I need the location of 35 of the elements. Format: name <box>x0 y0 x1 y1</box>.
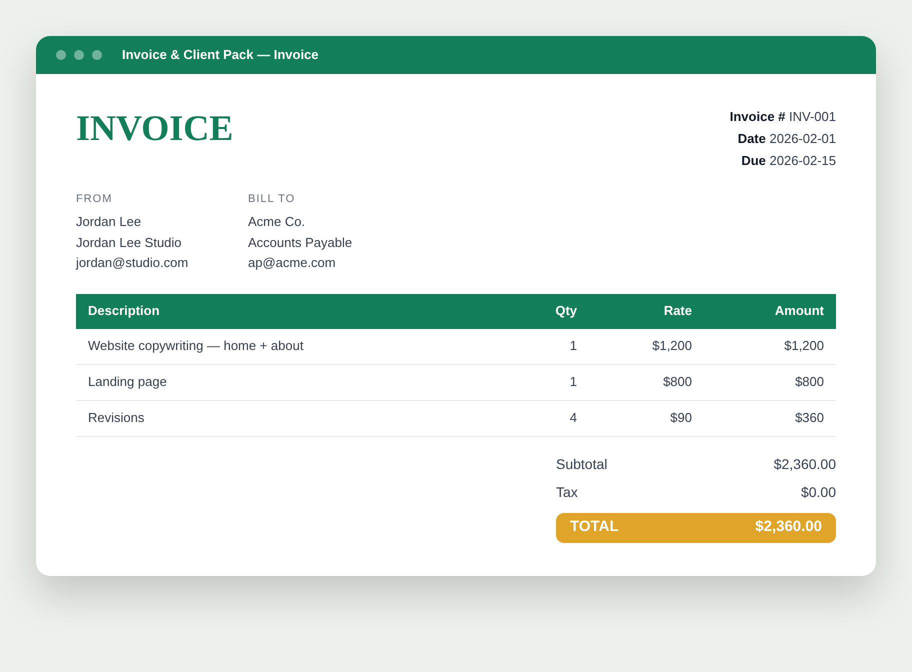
party-label: BILL TO <box>248 192 296 206</box>
table-cell-text: $90 <box>669 409 693 428</box>
total-label: TOTAL <box>570 517 619 538</box>
table-cell-text: Landing page <box>87 373 168 392</box>
window-title: Invoice & Client Pack — Invoice <box>122 46 319 64</box>
invoice-heading: INVOICE <box>76 110 234 146</box>
table-cell-text: $800 <box>794 373 825 392</box>
table-cell-text: $1,200 <box>783 337 825 356</box>
column-header: Description <box>87 302 161 320</box>
party-line: Jordan Lee <box>76 213 142 231</box>
party-label: FROM <box>76 192 114 206</box>
table-cell-text: Revisions <box>87 409 146 428</box>
table-cell-text: Website copywriting — home + about <box>87 337 304 356</box>
column-header: Rate <box>662 302 693 320</box>
table-cell-text: 1 <box>568 337 578 356</box>
column-header: Qty <box>554 302 578 320</box>
table-cell-text: 4 <box>568 409 578 428</box>
table-cell-text: $360 <box>794 409 825 428</box>
invoice-meta-line: Due 2026-02-15 <box>741 152 836 170</box>
party-line: Accounts Payable <box>248 234 354 252</box>
party-line: Jordan Lee Studio <box>76 234 183 252</box>
party-line: ap@acme.com <box>248 254 337 272</box>
totals-label: Subtotal <box>556 455 608 474</box>
table-cell-text: 1 <box>568 373 578 392</box>
total-value: $2,360.00 <box>755 517 822 538</box>
column-header: Amount <box>774 302 825 320</box>
table-cell-text: $800 <box>662 373 693 392</box>
party-line: Acme Co. <box>248 213 306 231</box>
invoice-meta-line: Date 2026-02-01 <box>738 130 836 148</box>
invoice-meta-line: Invoice # INV-001 <box>730 108 836 126</box>
table-cell-text: $1,200 <box>651 337 693 356</box>
totals-value: $2,360.00 <box>774 455 836 474</box>
party-line: jordan@studio.com <box>76 254 190 272</box>
totals-value: $0.00 <box>800 483 836 502</box>
totals-label: Tax <box>556 483 578 502</box>
